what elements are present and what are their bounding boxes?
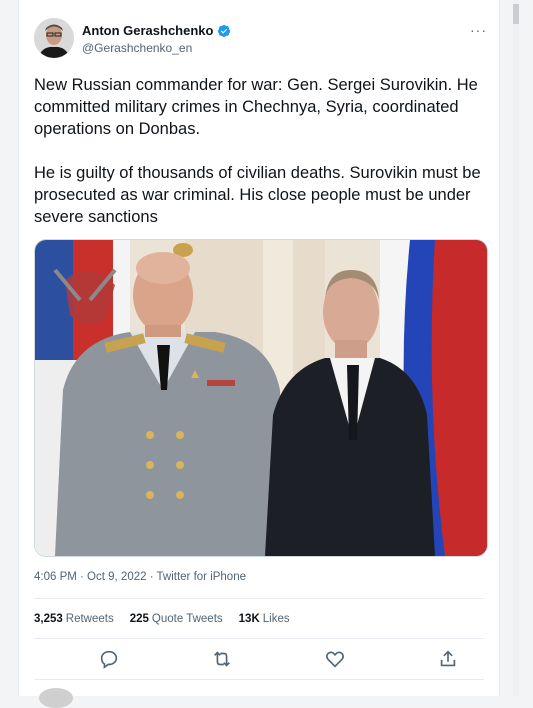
tweet-text: New Russian commander for war: Gen. Serg… <box>34 76 481 226</box>
quotes-stat[interactable]: 225 Quote Tweets <box>130 613 223 625</box>
reply-icon[interactable] <box>98 648 120 670</box>
divider <box>34 679 484 680</box>
verified-badge-icon <box>218 24 231 37</box>
more-options-icon[interactable]: ··· <box>470 22 487 38</box>
retweet-icon[interactable] <box>211 648 233 670</box>
tweet-actions <box>34 648 484 670</box>
share-icon[interactable] <box>437 648 459 670</box>
tweet-card: Anton Gerashchenko @Gerashchenko_en ··· … <box>18 0 500 708</box>
likes-count: 13K <box>238 613 260 625</box>
author-name-row[interactable]: Anton Gerashchenko <box>82 23 231 38</box>
scrollbar-track[interactable] <box>513 0 519 696</box>
tweet-timestamp[interactable]: 4:06 PM · Oct 9, 2022 · Twitter for iPho… <box>34 571 246 583</box>
likes-stat[interactable]: 13K Likes <box>239 613 290 625</box>
divider <box>34 638 484 639</box>
author-avatar[interactable] <box>34 18 74 58</box>
like-icon[interactable] <box>324 648 346 670</box>
likes-label: Likes <box>262 613 290 625</box>
tweet-stats: 3,253 Retweets 225 Quote Tweets 13K Likes <box>34 613 290 625</box>
author-name[interactable]: Anton Gerashchenko <box>82 23 213 38</box>
author-handle[interactable]: @Gerashchenko_en <box>82 41 192 55</box>
tweet-photo[interactable] <box>34 239 488 557</box>
scrollbar-thumb[interactable] <box>513 4 519 24</box>
quotes-count: 225 <box>129 613 149 625</box>
retweets-label: Retweets <box>65 613 114 625</box>
divider <box>34 598 484 599</box>
quotes-label: Quote Tweets <box>151 613 223 625</box>
page-scrollbar[interactable] <box>499 0 533 696</box>
retweets-stat[interactable]: 3,253 Retweets <box>34 613 114 625</box>
next-avatar[interactable] <box>39 688 73 708</box>
retweets-count: 3,253 <box>34 613 63 625</box>
